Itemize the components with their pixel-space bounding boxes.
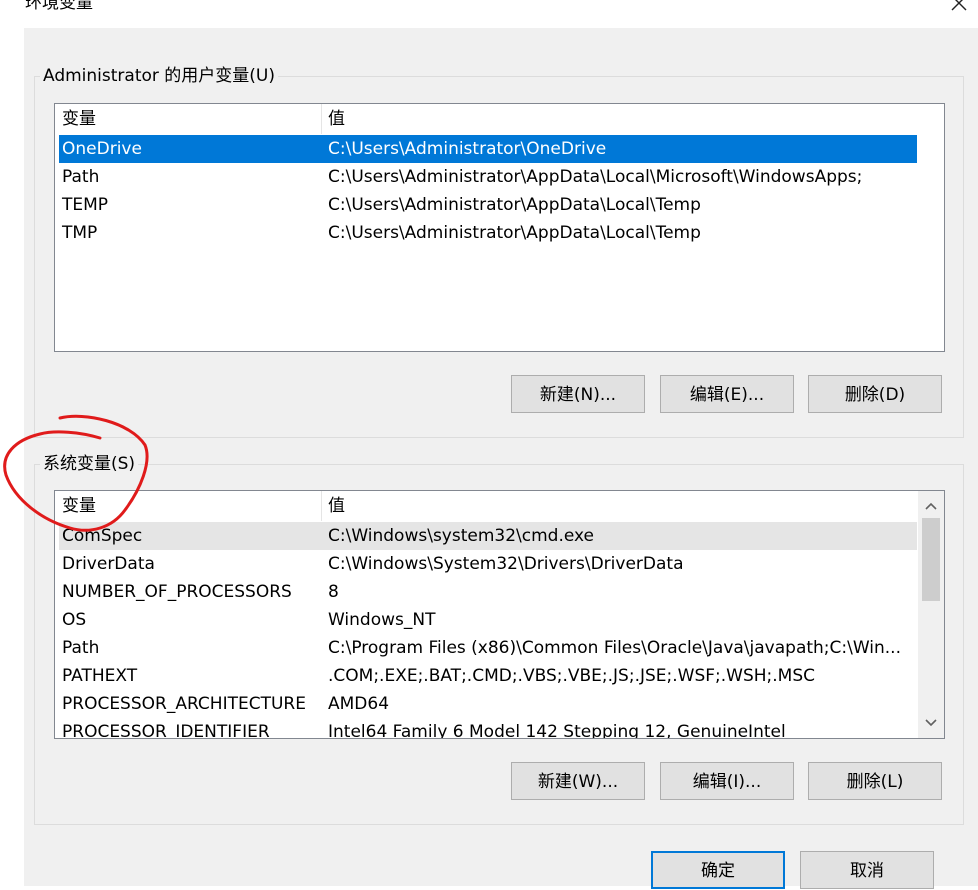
column-separator[interactable] (321, 491, 322, 521)
system-var-row[interactable]: DriverData C:\Windows\System32\Drivers\D… (59, 550, 917, 578)
var-name: OneDrive (62, 139, 142, 159)
var-value: C:\Windows\system32\cmd.exe (328, 526, 595, 546)
dialog-client-area: Administrator 的用户变量(U) 变量 值 OneDrive C:\… (24, 28, 978, 889)
var-name: Path (62, 167, 100, 187)
scroll-up-icon[interactable] (918, 494, 944, 518)
user-edit-button[interactable]: 编辑(E)... (660, 375, 794, 413)
var-value: C:\Windows\System32\Drivers\DriverData (328, 554, 684, 574)
var-value: Intel64 Family 6 Model 142 Stepping 12, … (328, 722, 786, 739)
var-value: 8 (328, 582, 339, 602)
system-var-row[interactable]: ComSpec C:\Windows\system32\cmd.exe (59, 522, 917, 550)
user-var-row[interactable]: OneDrive C:\Users\Administrator\OneDrive (59, 135, 917, 163)
system-var-row[interactable]: PATHEXT .COM;.EXE;.BAT;.CMD;.VBS;.VBE;.J… (59, 662, 917, 690)
var-value: C:\Users\Administrator\AppData\Local\Tem… (328, 195, 701, 215)
system-var-row[interactable]: PROCESSOR_IDENTIFIER Intel64 Family 6 Mo… (59, 718, 917, 739)
var-name: OS (62, 610, 87, 630)
system-list-header: 变量 值 (55, 491, 917, 521)
system-new-button[interactable]: 新建(W)... (511, 762, 645, 800)
close-icon[interactable] (944, 0, 972, 22)
user-var-row[interactable]: TMP C:\Users\Administrator\AppData\Local… (59, 219, 917, 247)
var-value: C:\Users\Administrator\OneDrive (328, 139, 607, 159)
column-header-value[interactable]: 值 (328, 104, 908, 134)
scrollbar-thumb[interactable] (922, 518, 940, 601)
system-delete-button[interactable]: 删除(L) (808, 762, 942, 800)
user-new-button[interactable]: 新建(N)... (511, 375, 645, 413)
system-var-row[interactable]: NUMBER_OF_PROCESSORS 8 (59, 578, 917, 606)
var-value: C:\Users\Administrator\AppData\Local\Tem… (328, 223, 701, 243)
var-value: AMD64 (328, 694, 390, 714)
var-name: PROCESSOR_IDENTIFIER (62, 722, 270, 739)
var-value: C:\Program Files (x86)\Common Files\Orac… (328, 638, 901, 658)
var-value: Windows_NT (328, 610, 436, 630)
var-name: Path (62, 638, 100, 658)
system-var-row[interactable]: Path C:\Program Files (x86)\Common Files… (59, 634, 917, 662)
column-separator[interactable] (321, 104, 322, 134)
scroll-down-icon[interactable] (918, 711, 944, 735)
var-name: TMP (62, 223, 98, 243)
title-bar: 环境变量 (0, 0, 978, 28)
system-var-row[interactable]: PROCESSOR_ARCHITECTURE AMD64 (59, 690, 917, 718)
var-name: PATHEXT (62, 666, 138, 686)
red-annotation-circle (3, 414, 149, 532)
system-edit-button[interactable]: 编辑(I)... (660, 762, 794, 800)
user-variables-list[interactable]: 变量 值 OneDrive C:\Users\Administrator\One… (54, 103, 945, 352)
user-var-row[interactable]: TEMP C:\Users\Administrator\AppData\Loca… (59, 191, 917, 219)
window-title: 环境变量 (25, 0, 93, 13)
var-name: PROCESSOR_ARCHITECTURE (62, 694, 306, 714)
var-name: TEMP (62, 195, 109, 215)
column-header-name[interactable]: 变量 (62, 104, 320, 134)
column-header-value[interactable]: 值 (328, 491, 908, 521)
system-variables-list[interactable]: 变量 值 ComSpec C:\Windows\system32\cmd.exe… (54, 490, 945, 739)
system-var-row[interactable]: OS Windows_NT (59, 606, 917, 634)
var-name: NUMBER_OF_PROCESSORS (62, 582, 292, 602)
user-variables-label: Administrator 的用户变量(U) (40, 65, 278, 87)
ok-button[interactable]: 确定 (651, 851, 785, 889)
var-name: DriverData (62, 554, 155, 574)
user-var-row[interactable]: Path C:\Users\Administrator\AppData\Loca… (59, 163, 917, 191)
var-value: C:\Users\Administrator\AppData\Local\Mic… (328, 167, 863, 187)
user-list-header: 变量 值 (55, 104, 944, 134)
vertical-scrollbar[interactable] (918, 491, 944, 738)
cancel-button[interactable]: 取消 (800, 851, 934, 889)
user-delete-button[interactable]: 删除(D) (808, 375, 942, 413)
var-value: .COM;.EXE;.BAT;.CMD;.VBS;.VBE;.JS;.JSE;.… (328, 666, 816, 686)
